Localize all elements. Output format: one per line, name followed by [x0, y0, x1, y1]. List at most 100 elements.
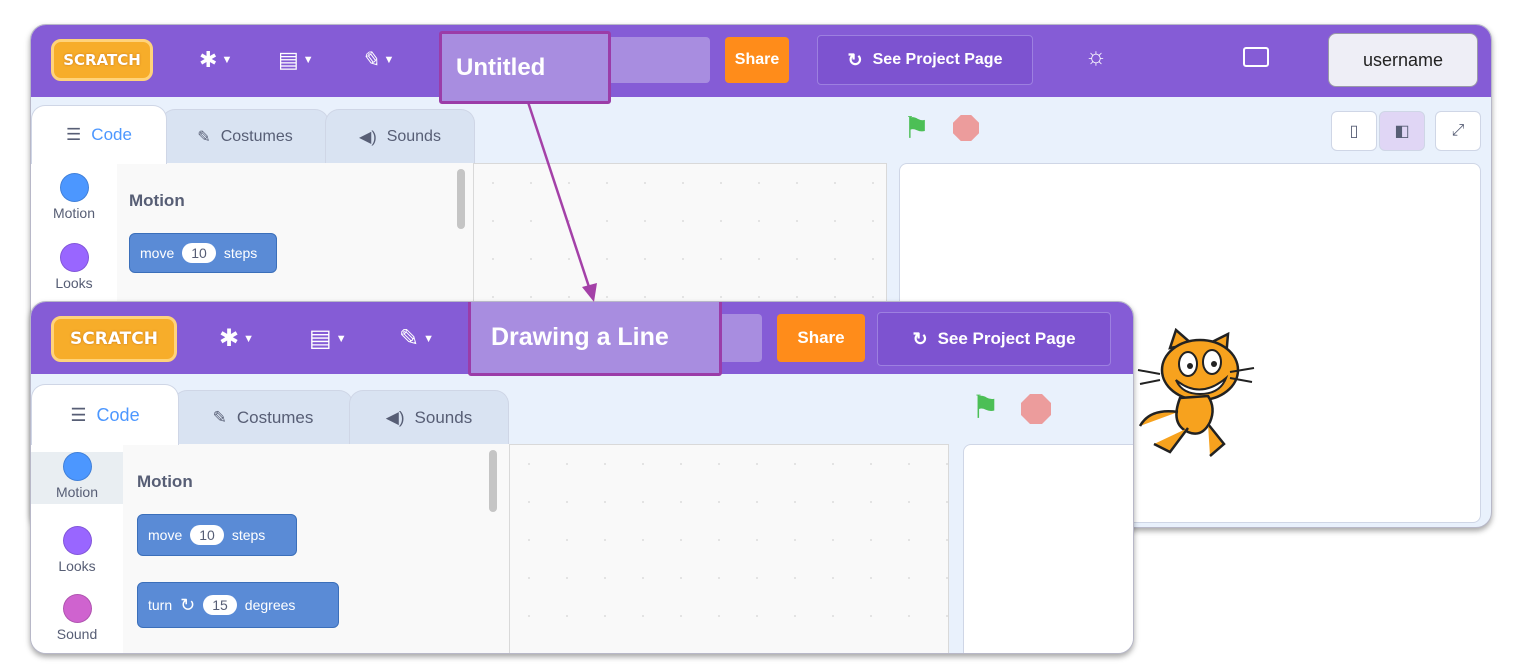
category-motion[interactable]: Motion	[31, 173, 117, 221]
project-title-input[interactable]: Drawing a Line	[468, 302, 722, 376]
block-text: turn	[148, 597, 173, 613]
folder-icon[interactable]	[1243, 47, 1269, 67]
see-project-page-label: See Project Page	[872, 51, 1003, 68]
small-stage-icon: ▯	[1349, 123, 1359, 140]
chevron-down-icon: ▼	[335, 332, 347, 345]
category-motion-label: Motion	[52, 205, 96, 221]
stop-icon[interactable]	[1021, 394, 1051, 424]
chevron-down-icon: ▼	[383, 54, 395, 66]
tab-costumes-label: Costumes	[220, 128, 293, 145]
gear-icon: ✱	[219, 325, 240, 352]
sound-category-icon	[62, 594, 92, 623]
block-input-steps[interactable]: 10	[190, 525, 224, 545]
code-workspace[interactable]	[509, 444, 949, 653]
edit-menu[interactable]: ✎ ▼	[399, 324, 434, 353]
stop-icon[interactable]	[953, 115, 979, 141]
settings-menu[interactable]: ✱ ▼	[219, 324, 254, 353]
fullscreen-icon: ⤢	[1451, 122, 1465, 139]
lightbulb-icon[interactable]: ☼	[1085, 43, 1107, 71]
scratch-logo[interactable]: SCRATCH	[51, 39, 153, 81]
code-icon: ☰	[66, 125, 82, 144]
scratch-logo[interactable]: SCRATCH	[51, 316, 177, 362]
file-icon: ▤	[309, 325, 332, 352]
small-stage-button[interactable]: ▯	[1331, 111, 1377, 151]
refresh-icon: ↻	[847, 49, 863, 70]
tab-costumes[interactable]: ✎ Costumes	[161, 109, 329, 164]
category-looks-label: Looks	[58, 558, 96, 574]
project-title-field-background	[716, 314, 762, 362]
project-title-input[interactable]: Untitled	[439, 31, 611, 104]
chevron-down-icon: ▼	[302, 54, 314, 66]
tab-code[interactable]: ☰ Code	[31, 105, 167, 164]
brush-icon: ✎	[212, 408, 227, 427]
file-menu[interactable]: ▤ ▼	[309, 324, 347, 353]
tab-sounds-label: Sounds	[386, 128, 441, 145]
tab-sounds-label: Sounds	[414, 408, 473, 427]
palette-scrollbar[interactable]	[457, 169, 465, 229]
see-project-page-button[interactable]: ↻ See Project Page	[877, 312, 1111, 366]
file-menu[interactable]: ▤ ▼	[278, 47, 314, 73]
username-button[interactable]: username	[1328, 33, 1478, 87]
settings-menu[interactable]: ✱ ▼	[199, 47, 232, 73]
green-flag-icon[interactable]: ⚑	[971, 388, 1000, 426]
see-project-page-label: See Project Page	[937, 329, 1076, 348]
block-palette: Motion move 10 steps turn ↻ 15 degrees	[123, 444, 509, 653]
stage[interactable]	[963, 444, 1133, 653]
category-sound[interactable]: Sound	[31, 594, 123, 642]
tab-costumes-label: Costumes	[236, 408, 314, 427]
project-title-field-background	[606, 37, 710, 83]
tab-sounds[interactable]: ◀) Sounds	[325, 109, 475, 164]
chevron-down-icon: ▼	[423, 332, 434, 345]
file-icon: ▤	[278, 47, 299, 72]
move-steps-block[interactable]: move 10 steps	[137, 514, 297, 556]
scratch-editor-window-bottom: SCRATCH ✱ ▼ ▤ ▼ ✎ ▼ Drawing a Line Share ↻ S…	[30, 301, 1134, 654]
palette-scrollbar[interactable]	[489, 450, 497, 512]
speaker-icon: ◀)	[359, 129, 377, 146]
rotate-clockwise-icon: ↻	[180, 594, 196, 615]
looks-category-icon	[62, 526, 92, 555]
menu-bar: SCRATCH ✱ ▼ ▤ ▼ ✎ ▼ Drawing a Line Share ↻ S…	[31, 302, 1133, 376]
tab-costumes[interactable]: ✎ Costumes	[173, 390, 353, 445]
code-icon: ☰	[70, 404, 87, 425]
chevron-down-icon: ▼	[221, 54, 233, 66]
section-title: Motion	[137, 472, 193, 491]
block-text: move	[148, 527, 183, 543]
block-input-steps[interactable]: 10	[182, 243, 216, 263]
pencil-icon: ✎	[361, 47, 380, 72]
share-button[interactable]: Share	[777, 314, 865, 362]
tab-code-label: Code	[96, 404, 140, 425]
category-looks-label: Looks	[55, 275, 93, 291]
move-steps-block[interactable]: move 10 steps	[129, 233, 277, 273]
block-text: degrees	[244, 597, 296, 613]
section-title: Motion	[129, 191, 185, 210]
see-project-page-button[interactable]: ↻ See Project Page	[817, 35, 1033, 85]
normal-stage-button[interactable]: ◧	[1379, 111, 1425, 151]
gear-icon: ✱	[199, 47, 218, 72]
edit-menu[interactable]: ✎ ▼	[361, 47, 394, 73]
category-looks[interactable]: Looks	[31, 243, 117, 291]
fullscreen-button[interactable]: ⤢	[1435, 111, 1481, 151]
category-menu: Motion Looks Sound	[31, 444, 124, 653]
share-button[interactable]: Share	[725, 37, 789, 83]
motion-category-icon	[62, 452, 92, 481]
motion-category-icon	[59, 173, 89, 202]
chevron-down-icon: ▼	[243, 332, 254, 345]
tab-code-label: Code	[91, 125, 132, 144]
pencil-icon: ✎	[399, 325, 420, 352]
green-flag-icon[interactable]: ⚑	[903, 111, 930, 146]
looks-category-icon	[59, 243, 89, 272]
category-motion[interactable]: Motion	[31, 452, 123, 504]
tab-sounds[interactable]: ◀) Sounds	[349, 390, 509, 445]
normal-stage-icon: ◧	[1394, 123, 1410, 140]
turn-degrees-block[interactable]: turn ↻ 15 degrees	[137, 582, 339, 628]
block-input-degrees[interactable]: 15	[203, 595, 237, 615]
tab-code[interactable]: ☰ Code	[31, 384, 179, 445]
cat-sprite[interactable]	[1130, 328, 1256, 464]
speaker-icon: ◀)	[385, 408, 405, 427]
refresh-icon: ↻	[912, 328, 928, 349]
block-text: steps	[223, 245, 258, 261]
category-looks[interactable]: Looks	[31, 526, 123, 574]
block-text: steps	[231, 527, 266, 543]
category-motion-label: Motion	[55, 484, 99, 500]
block-text: move	[140, 245, 175, 261]
